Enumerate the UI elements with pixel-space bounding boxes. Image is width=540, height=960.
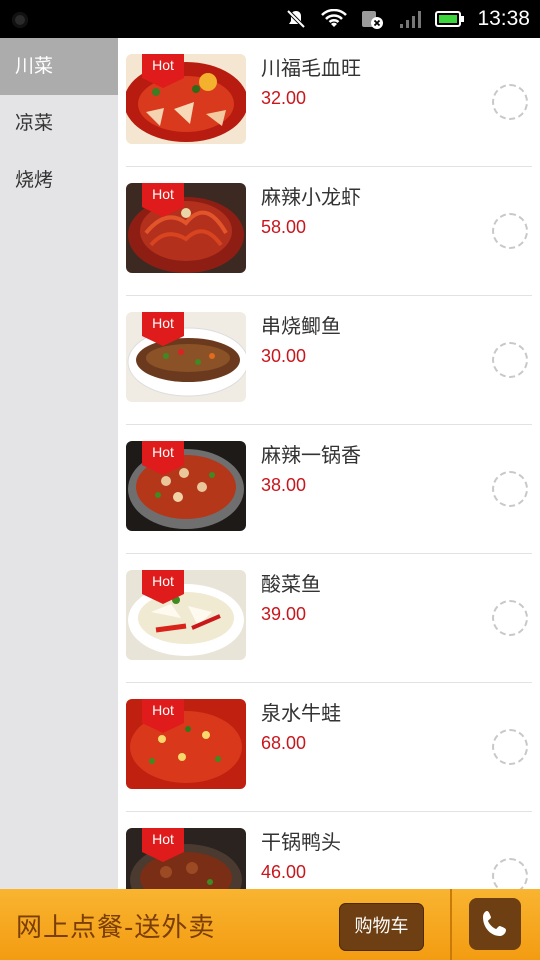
order-banner-title: 网上点餐-送外卖 [16,913,216,943]
dish-image: Hot [126,183,246,273]
hot-badge-label: Hot [152,573,174,589]
category-item-cold-dishes[interactable]: 凉菜 [0,95,118,152]
dish-price: 46.00 [261,862,307,882]
dish-image: Hot [126,54,246,144]
dish-image: Hot [126,312,246,402]
select-checkbox[interactable] [492,84,528,120]
dish-image: Hot [126,828,246,890]
select-checkbox[interactable] [492,471,528,507]
dish-name: 泉水牛蛙 [261,701,341,725]
dish-price: 38.00 [261,475,307,495]
category-sidebar: 川菜 凉菜 烧烤 [0,38,118,890]
list-item[interactable]: Hot 酸菜鱼 39.00 [126,554,532,683]
sim-error-icon [359,8,385,30]
dish-image: Hot [126,570,246,660]
dish-name: 酸菜鱼 [261,572,321,596]
call-button[interactable] [469,898,521,950]
dish-price: 39.00 [261,604,307,624]
dish-name: 串烧鲫鱼 [261,314,341,338]
signal-icon [397,8,423,30]
dish-name: 干锅鸭头 [261,830,341,854]
mute-icon [283,8,309,30]
notification-dot-icon [12,12,28,28]
dish-name: 川福毛血旺 [261,56,361,80]
list-item[interactable]: Hot 麻辣小龙虾 58.00 [126,167,532,296]
select-checkbox[interactable] [492,600,528,636]
clock: 13:38 [477,7,530,30]
category-item-barbecue[interactable]: 烧烤 [0,152,118,209]
list-item[interactable]: Hot 泉水牛蛙 68.00 [126,683,532,812]
select-checkbox[interactable] [492,213,528,249]
dish-name: 麻辣小龙虾 [261,185,361,209]
dish-price: 32.00 [261,88,307,108]
dish-price: 30.00 [261,346,307,366]
list-item[interactable]: Hot 串烧鲫鱼 30.00 [126,296,532,425]
list-item[interactable]: Hot 干锅鸭头 46.00 [126,812,532,890]
dish-image: Hot [126,699,246,789]
category-item-sichuan[interactable]: 川菜 [0,38,118,95]
dish-price: 58.00 [261,217,307,237]
select-checkbox[interactable] [492,342,528,378]
phone-icon [483,911,506,936]
dish-image: Hot [126,441,246,531]
bottom-bar: 网上点餐-送外卖 购物车 [0,889,540,960]
wifi-icon [321,8,348,30]
select-checkbox[interactable] [492,729,528,765]
list-item[interactable]: Hot 麻辣一锅香 38.00 [126,425,532,554]
divider [450,889,452,960]
hot-badge-label: Hot [152,57,174,73]
hot-badge-label: Hot [152,831,174,847]
list-item[interactable]: Hot 川福毛血旺 32.00 [126,38,532,167]
dish-price: 68.00 [261,733,307,753]
cart-button[interactable]: 购物车 [339,903,424,951]
hot-badge-label: Hot [152,186,174,202]
hot-badge-label: Hot [152,444,174,460]
select-checkbox[interactable] [492,858,528,890]
status-bar: 13:38 [0,0,540,38]
hot-badge-label: Hot [152,702,174,718]
battery-icon [435,8,465,30]
dish-name: 麻辣一锅香 [261,443,361,467]
dish-list[interactable]: Hot 川福毛血旺 32.00 Hot 麻辣小龙虾 58.00 Hot 串烧鲫鱼… [118,38,540,890]
hot-badge-label: Hot [152,315,174,331]
